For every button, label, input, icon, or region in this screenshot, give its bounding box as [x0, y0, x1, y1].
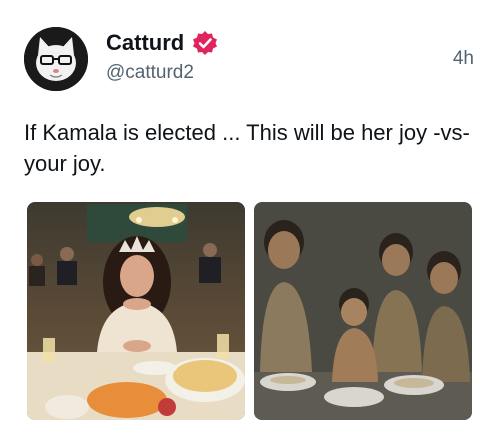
author-row: Catturd	[106, 30, 218, 56]
handle[interactable]: @catturd2	[106, 62, 194, 84]
tweet-text: If Kamala is elected ... This will be he…	[24, 120, 470, 176]
tweet-image-banquet[interactable]	[27, 202, 245, 420]
avatar[interactable]	[24, 27, 88, 91]
timestamp[interactable]: 4h	[453, 48, 474, 70]
tweet-image-children[interactable]	[254, 202, 472, 420]
photo-icon	[254, 202, 472, 420]
display-name[interactable]: Catturd	[106, 30, 184, 56]
cat-avatar-icon	[24, 27, 88, 91]
verified-badge-icon	[192, 30, 218, 56]
photo-icon	[27, 202, 245, 420]
